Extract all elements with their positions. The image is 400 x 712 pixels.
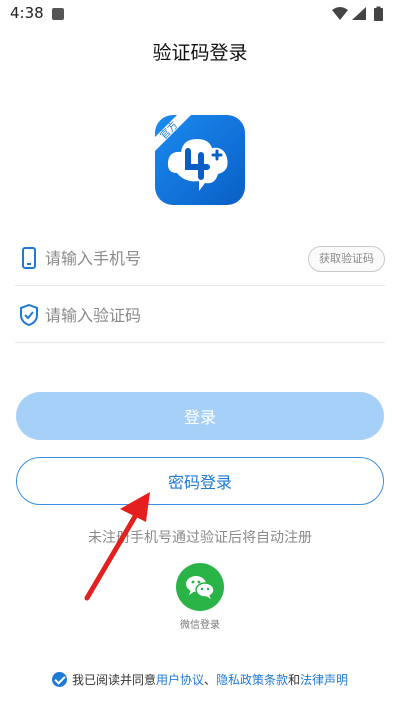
phone-icon [22,247,36,269]
phone-field-row: 获取验证码 [15,230,385,286]
login-button[interactable]: 登录 [16,392,384,440]
shield-check-icon [20,304,38,326]
battery-icon [374,8,383,21]
page-title: 验证码登录 [152,42,248,64]
get-code-button[interactable]: 获取验证码 [308,246,385,272]
privacy-policy-link[interactable]: 隐私政策条款 [216,673,288,687]
wechat-icon [186,576,215,599]
wifi-icon [332,7,348,20]
status-bar: 4:38 [0,0,400,28]
agree-checkbox[interactable] [51,672,67,687]
status-icons [332,6,383,21]
legal-notice-link[interactable]: 法律声明 [300,673,348,687]
code-field-row [15,287,385,343]
agreement-separator: 、 [203,673,216,687]
signal-icon [352,7,366,20]
agreement-prefix: 我已阅读并同意 [71,673,156,687]
user-agreement-link[interactable]: 用户协议 [156,673,204,687]
wechat-login-button[interactable] [176,563,224,611]
notification-a-icon [52,8,64,20]
status-time: 4:38 [10,4,44,22]
agreement-line: 我已阅读并同意用户协议、隐私政策条款和法律声明 [0,671,400,688]
agreement-conjunction: 和 [288,673,301,687]
password-login-button[interactable]: 密码登录 [16,457,384,505]
code-input[interactable] [45,301,295,329]
phone-input[interactable] [45,244,295,272]
app-logo: 官方 [155,115,245,205]
wechat-login-label: 微信登录 [180,620,220,631]
register-hint: 未注册手机号通过验证后将自动注册 [88,530,312,546]
